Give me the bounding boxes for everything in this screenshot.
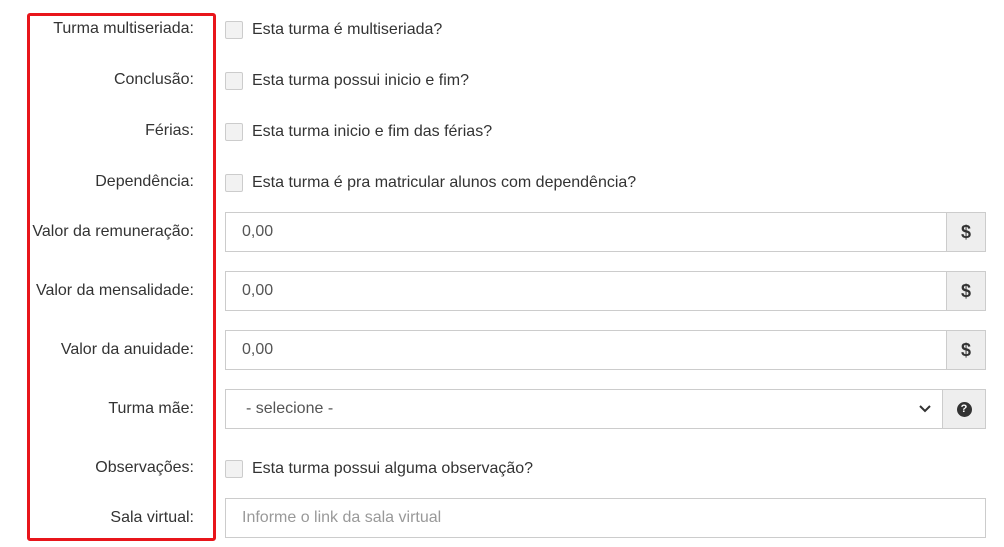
dollar-icon: $	[946, 213, 985, 251]
observacoes-label: Observações:	[95, 459, 194, 476]
sala-virtual-input[interactable]	[226, 499, 985, 537]
observacoes-checkbox-text[interactable]: Esta turma possui alguma observação?	[252, 460, 533, 478]
observacoes-checkbox[interactable]	[225, 460, 243, 478]
class-settings-form: Turma multiseriada: Esta turma é multise…	[0, 0, 1004, 547]
row-remuneracao: Valor da remuneração: $	[0, 212, 1004, 252]
dependencia-checkbox-group[interactable]: Esta turma é pra matricular alunos com d…	[225, 174, 636, 192]
dependencia-checkbox-text[interactable]: Esta turma é pra matricular alunos com d…	[252, 174, 636, 192]
multiseriada-checkbox-text[interactable]: Esta turma é multiseriada?	[252, 21, 442, 39]
chevron-down-icon	[919, 405, 931, 413]
ferias-checkbox[interactable]	[225, 123, 243, 141]
multiseriada-label: Turma multiseriada:	[53, 20, 194, 37]
mensalidade-label: Valor da mensalidade:	[35, 282, 194, 299]
remuneracao-label: Valor da remuneração:	[32, 223, 194, 240]
row-conclusao: Conclusão: Esta turma possui inicio e fi…	[0, 70, 1004, 92]
ferias-label: Férias:	[145, 122, 194, 139]
ferias-checkbox-text[interactable]: Esta turma inicio e fim das férias?	[252, 123, 492, 141]
turma-mae-select[interactable]: - selecione -	[226, 390, 942, 428]
turma-mae-label: Turma mãe:	[108, 400, 194, 417]
conclusao-checkbox-group[interactable]: Esta turma possui inicio e fim?	[225, 72, 469, 90]
turma-mae-selected-value: - selecione -	[246, 400, 334, 417]
conclusao-label: Conclusão:	[113, 71, 194, 88]
conclusao-checkbox[interactable]	[225, 72, 243, 90]
dollar-icon: $	[946, 272, 985, 310]
mensalidade-input-group: $	[225, 271, 986, 311]
ferias-checkbox-group[interactable]: Esta turma inicio e fim das férias?	[225, 123, 492, 141]
observacoes-checkbox-group[interactable]: Esta turma possui alguma observação?	[225, 460, 533, 478]
anuidade-label: Valor da anuidade:	[60, 341, 194, 358]
row-sala-virtual: Sala virtual:	[0, 498, 1004, 538]
mensalidade-input[interactable]	[226, 272, 946, 310]
remuneracao-input[interactable]	[226, 213, 946, 251]
conclusao-checkbox-text[interactable]: Esta turma possui inicio e fim?	[252, 72, 469, 90]
sala-virtual-label: Sala virtual:	[110, 509, 194, 526]
question-circle-icon: ?	[956, 401, 972, 417]
row-observacoes: Observações: Esta turma possui alguma ob…	[0, 458, 1004, 480]
anuidade-input[interactable]	[226, 331, 946, 369]
dependencia-label: Dependência:	[95, 173, 194, 190]
multiseriada-checkbox-group[interactable]: Esta turma é multiseriada?	[225, 21, 442, 39]
anuidade-input-group: $	[225, 330, 986, 370]
row-anuidade: Valor da anuidade: $	[0, 330, 1004, 370]
row-ferias: Férias: Esta turma inicio e fim das féri…	[0, 121, 1004, 143]
turma-mae-input-group: - selecione - ?	[225, 389, 986, 429]
dependencia-checkbox[interactable]	[225, 174, 243, 192]
dollar-icon: $	[946, 331, 985, 369]
row-multiseriada: Turma multiseriada: Esta turma é multise…	[0, 19, 1004, 41]
turma-mae-help-button[interactable]: ?	[942, 390, 985, 428]
multiseriada-checkbox[interactable]	[225, 21, 243, 39]
remuneracao-input-group: $	[225, 212, 986, 252]
row-dependencia: Dependência: Esta turma é pra matricular…	[0, 172, 1004, 194]
sala-virtual-input-group	[225, 498, 986, 538]
row-turma-mae: Turma mãe: - selecione - ?	[0, 389, 1004, 429]
row-mensalidade: Valor da mensalidade: $	[0, 271, 1004, 311]
